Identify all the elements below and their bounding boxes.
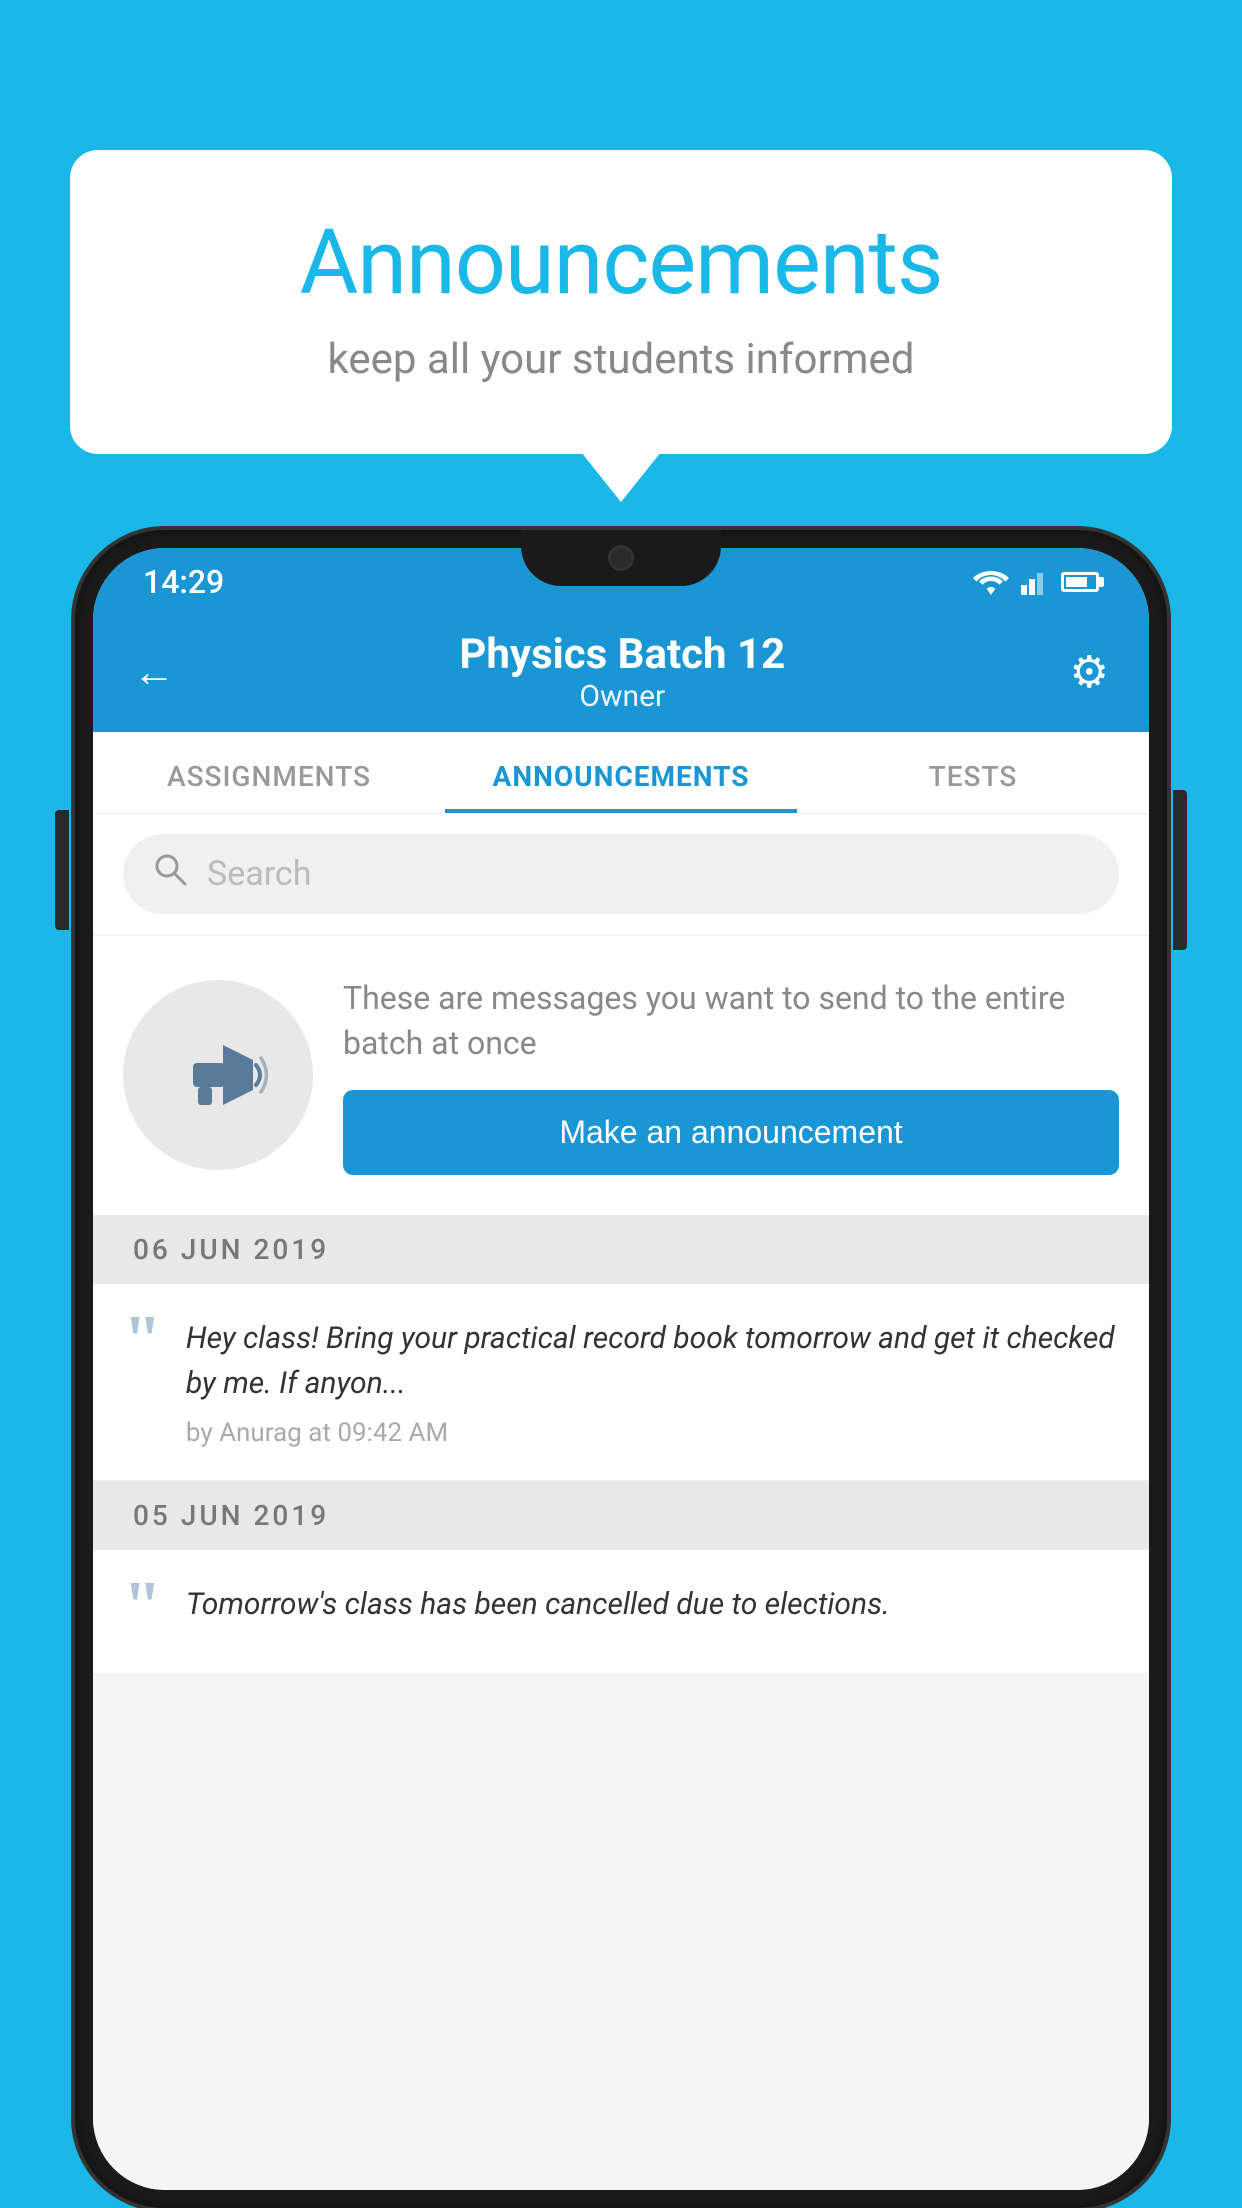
promo-text-group: These are messages you want to send to t…	[343, 976, 1119, 1175]
phone-wrapper: 14:29	[75, 530, 1167, 2208]
search-bar-container: Search	[93, 814, 1149, 934]
status-icons	[973, 569, 1099, 595]
wifi-icon	[973, 569, 1009, 595]
announcement-text-1: Hey class! Bring your practical record b…	[186, 1316, 1119, 1406]
announcement-content-2: Tomorrow's class has been cancelled due …	[186, 1582, 1119, 1639]
speech-bubble-container: Announcements keep all your students inf…	[70, 150, 1172, 454]
promo-block: These are messages you want to send to t…	[93, 936, 1149, 1215]
announcement-meta-1: by Anurag at 09:42 AM	[186, 1418, 1119, 1448]
tab-tests[interactable]: TESTS	[797, 732, 1149, 813]
promo-icon-circle	[123, 980, 313, 1170]
megaphone-icon	[168, 1025, 268, 1125]
date-text-1: 06 JUN 2019	[133, 1233, 329, 1266]
phone-screen: 14:29	[93, 548, 1149, 2190]
header-title: Physics Batch 12	[459, 630, 785, 679]
phone-notch	[521, 530, 721, 586]
speech-bubble: Announcements keep all your students inf…	[70, 150, 1172, 454]
search-bar[interactable]: Search	[123, 834, 1119, 914]
search-placeholder: Search	[207, 854, 311, 894]
bubble-subtitle: keep all your students informed	[150, 335, 1092, 384]
date-text-2: 05 JUN 2019	[133, 1499, 329, 1532]
announcement-item-1[interactable]: " Hey class! Bring your practical record…	[93, 1284, 1149, 1481]
header-subtitle: Owner	[459, 679, 785, 714]
tab-announcements[interactable]: ANNOUNCEMENTS	[445, 732, 797, 813]
content-area: Search	[93, 814, 1149, 2190]
announcement-text-2: Tomorrow's class has been cancelled due …	[186, 1582, 1119, 1627]
date-separator-1: 06 JUN 2019	[93, 1215, 1149, 1284]
gear-icon[interactable]: ⚙	[1070, 646, 1109, 698]
back-button[interactable]: ←	[133, 648, 175, 697]
notch-camera	[608, 545, 634, 571]
announcement-item-2[interactable]: " Tomorrow's class has been cancelled du…	[93, 1550, 1149, 1675]
tabs-bar: ASSIGNMENTS ANNOUNCEMENTS TESTS	[93, 732, 1149, 814]
phone-outer: 14:29	[75, 530, 1167, 2208]
quote-icon-2: "	[123, 1572, 162, 1642]
status-time: 14:29	[143, 563, 224, 601]
search-icon	[153, 852, 187, 896]
announcement-content-1: Hey class! Bring your practical record b…	[186, 1316, 1119, 1448]
header-title-group: Physics Batch 12 Owner	[459, 630, 785, 714]
date-separator-2: 05 JUN 2019	[93, 1481, 1149, 1550]
signal-icon	[1021, 569, 1049, 595]
promo-description: These are messages you want to send to t…	[343, 976, 1119, 1066]
app-header: ← Physics Batch 12 Owner ⚙	[93, 612, 1149, 732]
tab-assignments[interactable]: ASSIGNMENTS	[93, 732, 445, 813]
bubble-title: Announcements	[150, 210, 1092, 315]
battery-icon	[1061, 572, 1099, 592]
make-announcement-button[interactable]: Make an announcement	[343, 1090, 1119, 1175]
quote-icon-1: "	[123, 1306, 162, 1376]
